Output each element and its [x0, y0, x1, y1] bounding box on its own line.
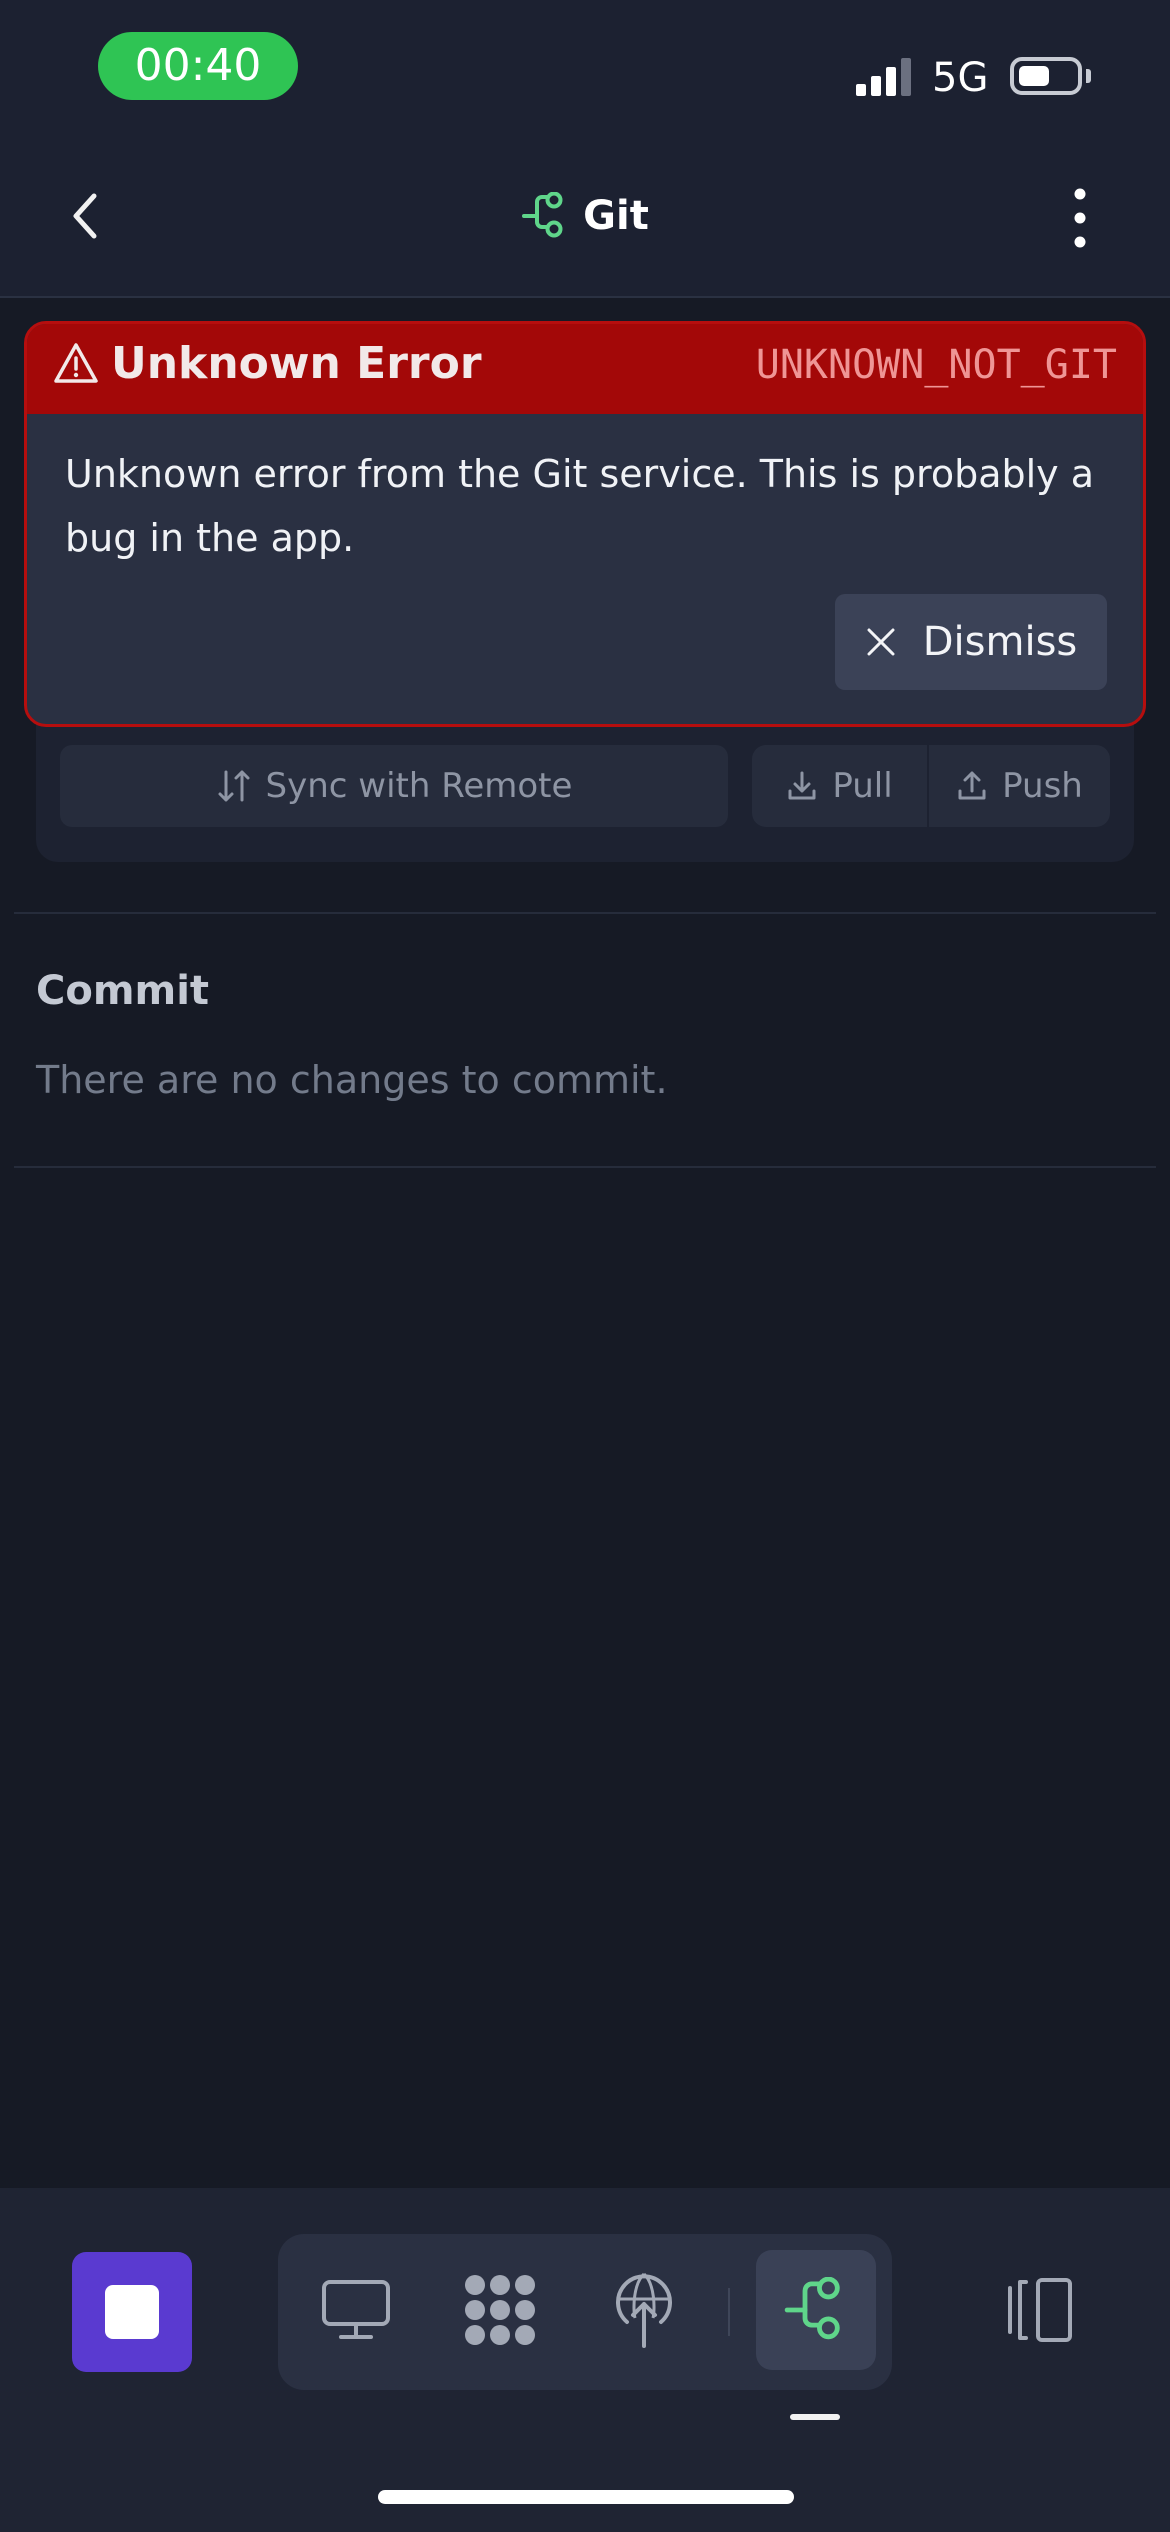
warning-icon [54, 342, 98, 383]
commit-empty-message: There are no changes to commit. [36, 1058, 668, 1102]
error-message: Unknown error from the Git service. This… [65, 452, 1095, 560]
tab-deploy[interactable] [584, 2250, 704, 2370]
git-branch-icon [522, 192, 563, 238]
battery-tip [1086, 69, 1091, 83]
push-label: Push [1002, 766, 1083, 806]
panel-toggle-icon[interactable] [1000, 2276, 1076, 2344]
page-title-group: Git [0, 180, 1170, 252]
commit-heading: Commit [36, 968, 210, 1014]
upload-icon [958, 771, 986, 800]
error-title: Unknown Error [111, 338, 482, 389]
tab-monitor[interactable] [296, 2250, 416, 2370]
download-icon [788, 771, 816, 800]
push-button[interactable]: Push [929, 745, 1110, 827]
dismiss-button[interactable]: Dismiss [835, 594, 1107, 690]
monitor-icon [322, 2280, 390, 2339]
pull-button[interactable]: Pull [752, 745, 929, 827]
page-title: Git [583, 193, 649, 239]
error-title-group: Unknown Error [53, 338, 482, 389]
error-toast-header: Unknown Error UNKNOWN_NOT_GIT [27, 324, 1143, 414]
network-label: 5G [932, 55, 989, 101]
close-icon [867, 628, 895, 656]
git-branch-icon [784, 2277, 840, 2340]
tab-git[interactable] [756, 2250, 876, 2370]
sort-arrows-icon [218, 770, 250, 802]
sync-remote-label: Sync with Remote [265, 766, 573, 806]
home-indicator [378, 2490, 794, 2504]
signal-icon [856, 58, 911, 96]
pull-push-group: Pull Push [752, 745, 1110, 827]
error-code: UNKNOWN_NOT_GIT [755, 342, 1117, 388]
tab-apps[interactable] [440, 2250, 560, 2370]
tab-separator [728, 2288, 730, 2336]
deploy-icon [616, 2272, 672, 2348]
dismiss-label: Dismiss [922, 619, 1078, 665]
status-time: 00:40 [98, 32, 298, 100]
battery-icon [1010, 57, 1082, 95]
stop-button[interactable] [72, 2252, 192, 2372]
error-toast: Unknown Error UNKNOWN_NOT_GIT Unknown er… [24, 321, 1146, 727]
apps-icon [465, 2275, 535, 2345]
stop-icon [105, 2285, 159, 2339]
sync-remote-button[interactable]: Sync with Remote [60, 745, 728, 827]
section-divider [14, 1166, 1156, 1168]
active-tab-indicator [790, 2414, 840, 2420]
section-divider [14, 912, 1156, 914]
more-vertical-icon[interactable] [1058, 186, 1102, 250]
pull-label: Pull [832, 766, 893, 806]
